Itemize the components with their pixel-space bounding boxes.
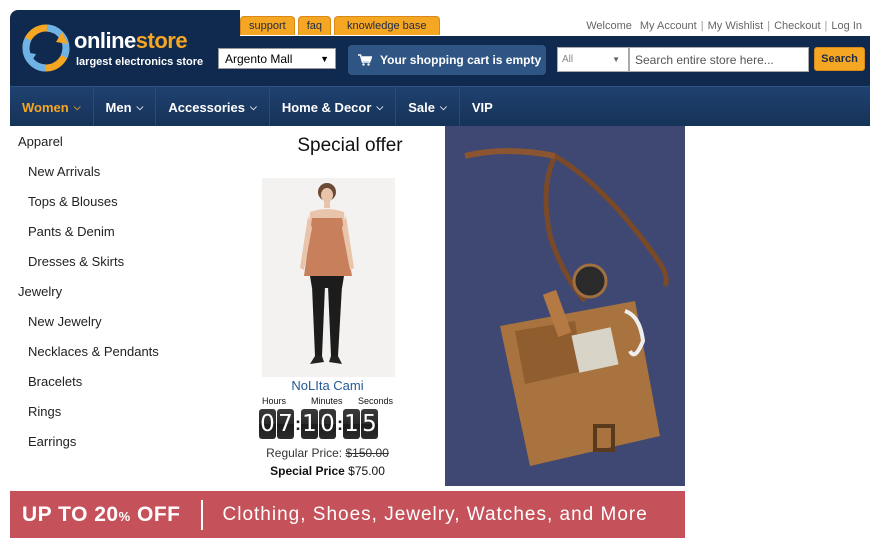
cart-label: Your shopping cart is empty (380, 53, 542, 67)
tab-support[interactable]: support (240, 16, 295, 35)
menu-item-new-jewelry[interactable]: New Jewelry (28, 314, 102, 329)
checkout-link[interactable]: Checkout (770, 20, 824, 32)
timer-digit: 0 (319, 409, 336, 439)
menu-item-rings[interactable]: Rings (28, 404, 61, 419)
dropdown-arrow-icon: ▼ (320, 54, 329, 64)
timer-digit: 1 (343, 409, 360, 439)
menu-item-tops-blouses[interactable]: Tops & Blouses (28, 194, 118, 209)
chevron-down-icon: ⌵ (73, 101, 81, 112)
top-tabs: support faq knowledge base (240, 16, 440, 35)
menu-item-earrings[interactable]: Earrings (28, 434, 76, 449)
nav-home-decor[interactable]: Home & Decor ⌵ (270, 87, 397, 127)
menu-item-necklaces-pendants[interactable]: Necklaces & Pendants (28, 344, 159, 359)
logo-subtitle: largest electronics store (76, 56, 204, 68)
promo-bag-image[interactable] (445, 126, 685, 486)
promo-banner[interactable]: UP TO 20% OFF Clothing, Shoes, Jewelry, … (10, 491, 685, 538)
nav-men[interactable]: Men ⌵ (94, 87, 157, 127)
timer-digit: 1 (301, 409, 318, 439)
timer-digit: 7 (277, 409, 294, 439)
menu-item-new-arrivals[interactable]: New Arrivals (28, 164, 100, 179)
timer-label-minutes: Minutes (311, 396, 343, 406)
tab-knowledge-base[interactable]: knowledge base (334, 16, 440, 35)
menu-item-bracelets[interactable]: Bracelets (28, 374, 82, 389)
banner-divider (200, 499, 203, 530)
cart-icon (358, 54, 372, 66)
chevron-down-icon: ⌵ (250, 101, 257, 112)
my-wishlist-link[interactable]: My Wishlist (704, 20, 768, 32)
nav-women[interactable]: Women ⌵ (10, 87, 94, 127)
timer-digit: 5 (361, 409, 378, 439)
chevron-down-icon: ⌵ (376, 101, 384, 112)
timer-digit: 0 (259, 409, 276, 439)
chevron-down-icon: ⌵ (136, 101, 144, 112)
menu-category-jewelry[interactable]: Jewelry (18, 284, 62, 299)
store-logo[interactable]: onlinestore largest electronics store (22, 22, 232, 82)
welcome-text: Welcome (586, 20, 632, 32)
banner-discount-text: UP TO 20% OFF (22, 502, 181, 526)
cart-button[interactable]: Your shopping cart is empty (348, 45, 546, 75)
special-offer-panel: Special offer NoLIta Cami Hours Minutes … (255, 126, 445, 486)
search-button[interactable]: Search (814, 47, 865, 71)
menu-category-apparel[interactable]: Apparel (18, 134, 63, 149)
model-figure (262, 178, 395, 377)
nav-accessories[interactable]: Accessories ⌵ (156, 87, 270, 127)
women-dropdown-menu: Apparel New Arrivals Tops & Blouses Pant… (10, 126, 255, 486)
product-name-link[interactable]: NoLIta Cami (255, 378, 400, 393)
search-category-select[interactable]: All ▼ (557, 47, 629, 72)
logo-arrows-icon (22, 24, 70, 72)
regular-price: Regular Price: $150.00 (266, 446, 389, 460)
search-input[interactable]: Search entire store here... (629, 47, 809, 72)
nav-sale[interactable]: Sale ⌵ (396, 87, 460, 127)
dropdown-arrow-icon: ▼ (612, 55, 620, 64)
logo-title: onlinestore (74, 28, 188, 53)
special-price: Special Price $75.00 (270, 464, 385, 478)
timer-label-seconds: Seconds (358, 396, 394, 406)
main-nav: Women ⌵ Men ⌵ Accessories ⌵ Home & Decor ⌵ S… (10, 86, 870, 127)
nav-vip[interactable]: VIP (460, 87, 505, 127)
product-image[interactable] (262, 178, 395, 377)
my-account-link[interactable]: My Account (636, 20, 701, 32)
account-links: Welcome My Account | My Wishlist | Checkou… (582, 20, 866, 32)
bag-illustration (445, 126, 685, 486)
banner-categories-text: Clothing, Shoes, Jewelry, Watches, and M… (222, 503, 648, 525)
timer-label-hours: Hours (262, 396, 287, 406)
special-offer-title: Special offer (297, 135, 403, 156)
countdown-timer: 0 7 : 1 0 : 1 5 (259, 409, 378, 439)
menu-item-pants-denim[interactable]: Pants & Denim (28, 224, 115, 239)
store-select[interactable]: Argento Mall ▼ (218, 48, 336, 69)
login-link[interactable]: Log In (827, 20, 866, 32)
menu-item-dresses-skirts[interactable]: Dresses & Skirts (28, 254, 124, 269)
tab-faq[interactable]: faq (297, 16, 331, 35)
chevron-down-icon: ⌵ (439, 101, 447, 112)
